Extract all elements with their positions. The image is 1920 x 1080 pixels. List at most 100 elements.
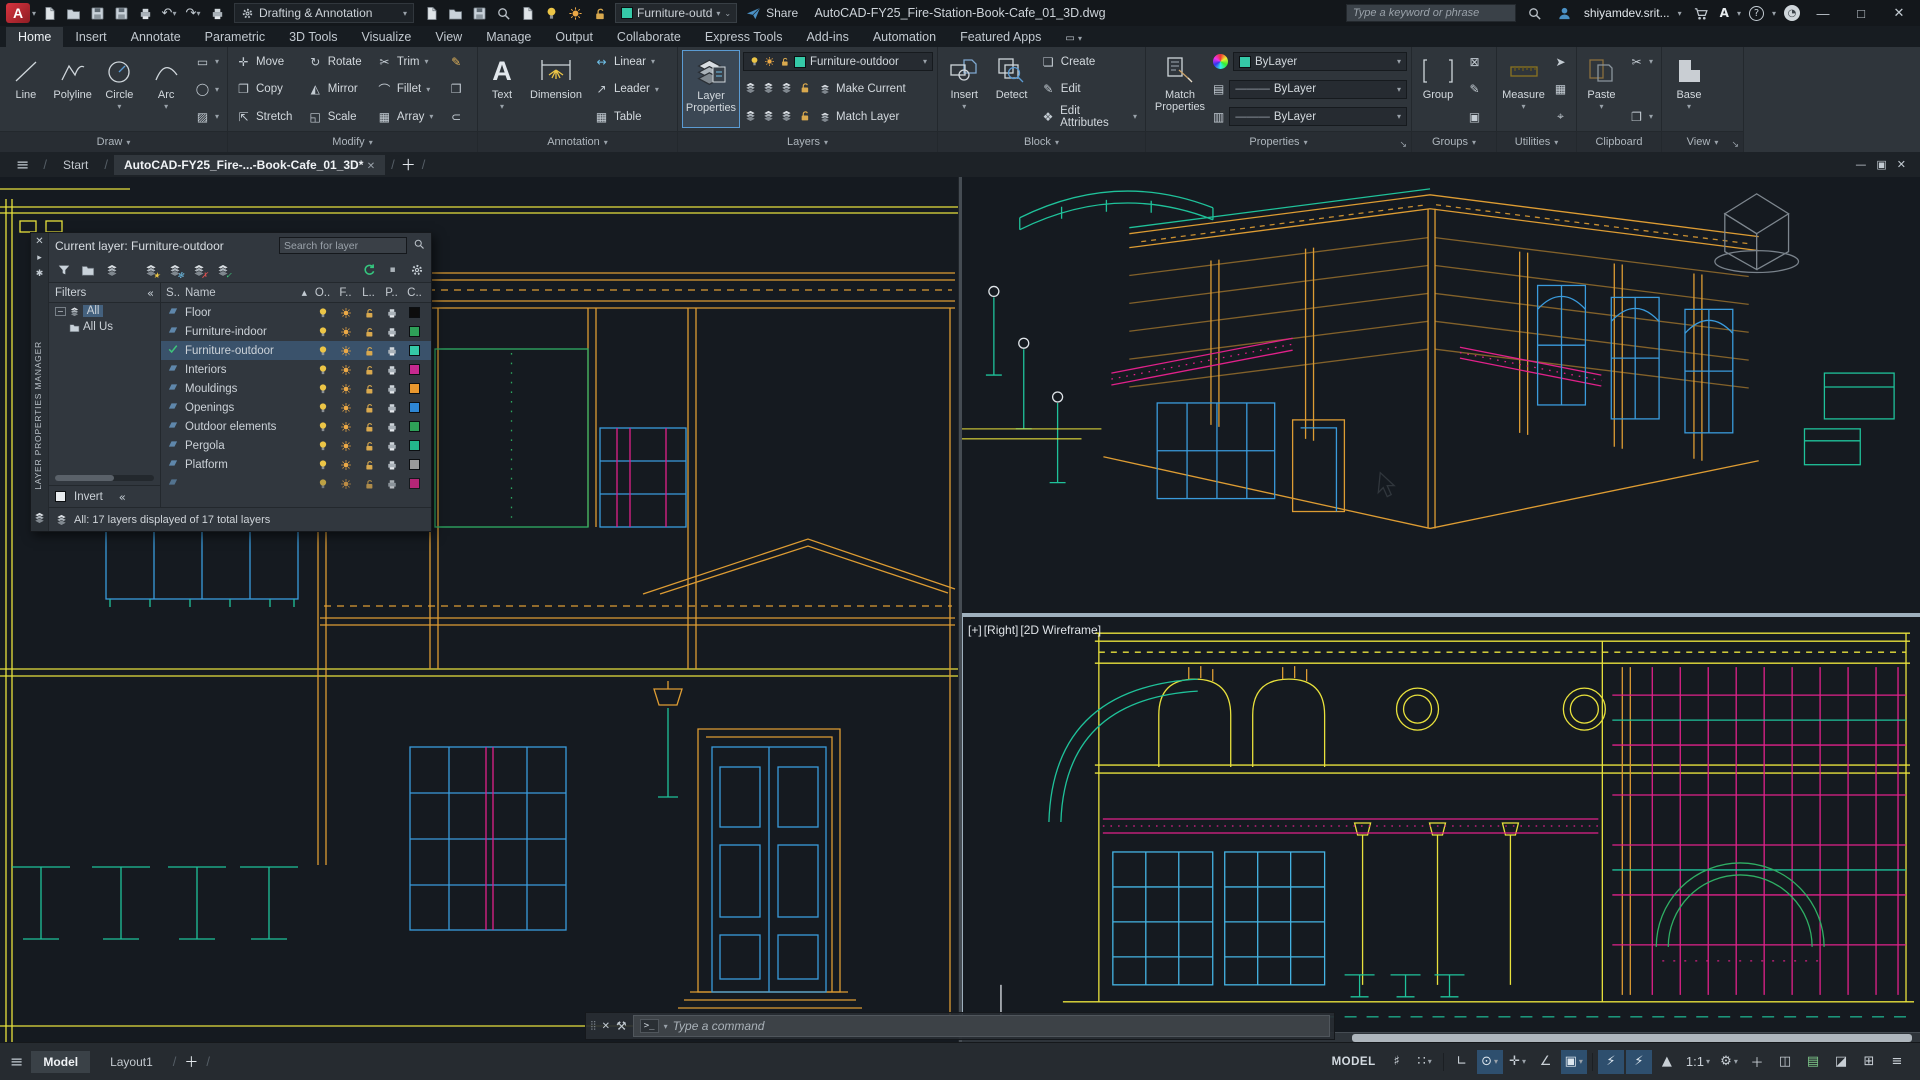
circle-button[interactable]: Circle ▾ bbox=[98, 50, 142, 128]
tab-view[interactable]: View bbox=[423, 27, 474, 47]
layer-thaw-icon[interactable] bbox=[564, 3, 586, 23]
trim-button[interactable]: ✂Trim▾ bbox=[373, 52, 443, 71]
user-avatar-icon[interactable] bbox=[1554, 3, 1576, 23]
user-name[interactable]: shiyamdev.srit... bbox=[1584, 6, 1670, 20]
save-as-icon[interactable] bbox=[110, 3, 132, 23]
array-button[interactable]: ▦Array▾ bbox=[373, 107, 443, 126]
annotation-scale-value[interactable]: 1:1▾ bbox=[1682, 1050, 1714, 1074]
ucs-badge[interactable] bbox=[1848, 674, 1908, 697]
share-label[interactable]: Share bbox=[766, 6, 798, 20]
make-current-button[interactable]: Make Current bbox=[815, 80, 910, 99]
delete-layer-icon[interactable]: ✗ bbox=[190, 262, 207, 279]
mirror-button[interactable]: ◭Mirror bbox=[304, 80, 371, 99]
unreconciled-icon[interactable]: ▪ bbox=[384, 262, 401, 279]
vp-close-icon[interactable]: ✕ bbox=[1897, 158, 1906, 171]
new-layer-icon[interactable]: ★ bbox=[142, 262, 159, 279]
layout1-tab[interactable]: Layout1 bbox=[98, 1051, 165, 1073]
batch-plot-icon[interactable] bbox=[206, 3, 228, 23]
layer-row[interactable]: Outdoor elements bbox=[161, 417, 431, 436]
layer-unlock-icon[interactable] bbox=[588, 3, 610, 23]
new-group-filter-icon[interactable] bbox=[79, 262, 96, 279]
viewport-top-right-3d[interactable]: 1982 bbox=[962, 177, 1920, 613]
ungroup-icon[interactable]: ⊠ bbox=[1463, 52, 1486, 71]
dimension-button[interactable]: Dimension bbox=[525, 50, 587, 128]
vp-restore-icon[interactable]: ▣ bbox=[1876, 158, 1886, 171]
customization-icon[interactable]: ≡ bbox=[1884, 1050, 1910, 1074]
layer-properties-button[interactable]: Layer Properties bbox=[682, 50, 740, 128]
refresh-icon[interactable] bbox=[360, 262, 377, 279]
autodesk-dropdown-icon[interactable]: ▾ bbox=[1737, 9, 1741, 18]
properties-palette-icon[interactable] bbox=[468, 3, 490, 23]
new-file-icon[interactable] bbox=[38, 3, 60, 23]
render-icon[interactable] bbox=[444, 3, 466, 23]
notification-icon[interactable]: ◔ bbox=[1784, 5, 1800, 21]
layer-search-icon[interactable] bbox=[413, 238, 425, 253]
layer-row[interactable]: Openings bbox=[161, 398, 431, 417]
isometric-drafting-icon[interactable]: ✛▾ bbox=[1505, 1050, 1531, 1074]
move-button[interactable]: ✛Move bbox=[232, 52, 302, 71]
panel-groups-footer[interactable]: Groups▾ bbox=[1412, 131, 1496, 152]
open-file-icon[interactable] bbox=[62, 3, 84, 23]
filters-collapse-icon[interactable]: « bbox=[147, 286, 154, 300]
ellipse-tool-icon[interactable]: ◯▾ bbox=[191, 80, 223, 99]
new-frozen-layer-icon[interactable]: ✻ bbox=[166, 262, 183, 279]
cut-icon[interactable]: ✂▾ bbox=[1625, 52, 1657, 71]
group-button[interactable]: Group bbox=[1416, 50, 1460, 128]
panel-properties-footer[interactable]: Properties▾↘ bbox=[1146, 131, 1411, 152]
set-current-layer-icon[interactable]: ✓ bbox=[214, 262, 231, 279]
match-layer-button[interactable]: Match Layer bbox=[815, 107, 903, 126]
scrollbar-thumb[interactable] bbox=[1352, 1034, 1912, 1042]
autocad-logo[interactable]: A bbox=[6, 3, 30, 23]
layer-on-icon[interactable] bbox=[540, 3, 562, 23]
scale-button[interactable]: ◱Scale bbox=[304, 107, 371, 126]
layer-row[interactable]: Furniture-indoor bbox=[161, 322, 431, 341]
arc-button[interactable]: Arc ▾ bbox=[144, 50, 188, 128]
start-tab[interactable]: Start bbox=[53, 155, 98, 175]
view-dialog-launcher-icon[interactable]: ↘ bbox=[1731, 139, 1739, 150]
annotation-visibility-icon[interactable]: ⚡ bbox=[1598, 1050, 1624, 1074]
panel-draw-footer[interactable]: Draw▾ bbox=[0, 131, 227, 152]
undo-icon[interactable]: ↶▾ bbox=[158, 3, 180, 23]
palette-autohide-icon[interactable]: ▸ bbox=[37, 253, 42, 263]
palette-bottom-icon[interactable] bbox=[33, 511, 46, 527]
fillet-button[interactable]: ⌒Fillet▾ bbox=[373, 80, 443, 99]
panel-view-footer[interactable]: View▾↘ bbox=[1662, 131, 1743, 152]
id-point-icon[interactable]: ⌖ bbox=[1549, 107, 1572, 126]
save-icon[interactable] bbox=[86, 3, 108, 23]
settings-gear-icon[interactable] bbox=[408, 262, 425, 279]
layout-menu-icon[interactable]: ≡ bbox=[10, 1052, 23, 1071]
layer-isolate-icon[interactable] bbox=[761, 81, 776, 97]
layer-unisolate-icon[interactable] bbox=[743, 109, 758, 125]
layer-freeze-icon[interactable] bbox=[779, 81, 794, 97]
tab-automation[interactable]: Automation bbox=[861, 27, 948, 47]
palette-close-icon[interactable]: ✕ bbox=[35, 236, 43, 247]
viewport-bottom-right-elevation[interactable]: Z RIGHT bbox=[962, 617, 1920, 1032]
layer-row[interactable]: Interiors bbox=[161, 360, 431, 379]
command-input[interactable] bbox=[673, 1019, 1323, 1033]
autodesk-logo-icon[interactable]: A bbox=[1720, 6, 1729, 20]
tab-add-ins[interactable]: Add-ins bbox=[794, 27, 860, 47]
rotate-button[interactable]: ↻Rotate bbox=[304, 52, 371, 71]
panel-layers-footer[interactable]: Layers▾ bbox=[678, 131, 937, 152]
tab-manage[interactable]: Manage bbox=[474, 27, 543, 47]
offset-button[interactable]: ⊂ bbox=[445, 107, 473, 126]
layer-unlock-icon[interactable] bbox=[797, 109, 812, 125]
group-edit-icon[interactable]: ✎ bbox=[1463, 80, 1486, 99]
tab-3d-tools[interactable]: 3D Tools bbox=[277, 27, 349, 47]
app-store-cart-icon[interactable] bbox=[1690, 3, 1712, 23]
layer-lock-icon[interactable] bbox=[797, 81, 812, 97]
filters-scrollbar[interactable] bbox=[55, 475, 154, 481]
command-line[interactable]: ⣿ ✕ ⚒ >_ ▾ bbox=[585, 1012, 1335, 1040]
tree-collapse-icon[interactable]: − bbox=[55, 307, 66, 316]
tab-express-tools[interactable]: Express Tools bbox=[693, 27, 795, 47]
polar-tracking-icon[interactable]: ⊙▾ bbox=[1477, 1050, 1503, 1074]
markup-icon[interactable] bbox=[516, 3, 538, 23]
new-layout-icon[interactable]: ＋ bbox=[184, 1052, 198, 1072]
workspace-switch-icon[interactable]: ⚙▾ bbox=[1716, 1050, 1742, 1074]
redo-icon[interactable]: ↷▾ bbox=[182, 3, 204, 23]
linear-button[interactable]: ↔Linear▾ bbox=[590, 52, 663, 71]
group-manager-icon[interactable]: ▣ bbox=[1463, 107, 1486, 126]
grid-display-icon[interactable]: ♯ bbox=[1384, 1050, 1410, 1074]
polyline-button[interactable]: Polyline bbox=[51, 50, 95, 128]
snap-mode-icon[interactable]: ∷▾ bbox=[1412, 1050, 1438, 1074]
